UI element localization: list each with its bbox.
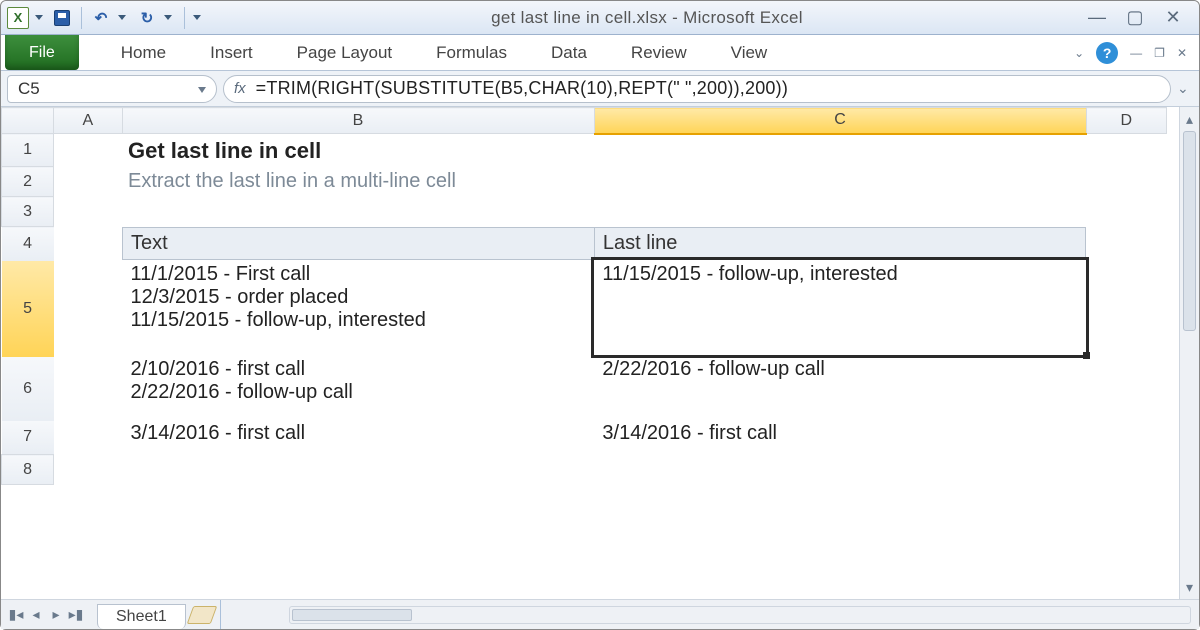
undo-icon: ↶ <box>95 9 108 27</box>
row-header-6[interactable]: 6 <box>2 357 54 421</box>
save-icon <box>54 10 70 26</box>
grid[interactable]: A B C D 1 Get last line in cell 2 Extrac… <box>1 107 1179 599</box>
hscroll-thumb[interactable] <box>292 609 412 621</box>
separator <box>81 7 82 29</box>
horizontal-scrollbar[interactable] <box>289 606 1191 624</box>
select-all-corner[interactable] <box>2 108 54 134</box>
redo-button[interactable]: ↻ <box>134 6 160 30</box>
minimize-button[interactable]: ― <box>1087 10 1107 26</box>
expand-formula-bar-icon[interactable]: ⌄ <box>1177 80 1193 97</box>
undo-dropdown-icon[interactable] <box>118 15 126 20</box>
tab-data[interactable]: Data <box>529 35 609 70</box>
cell-a3[interactable] <box>54 197 122 227</box>
sheet-nav: ▮◂ ◂ ▸ ▸▮ <box>1 606 91 624</box>
save-button[interactable] <box>49 6 75 30</box>
cell-b8[interactable] <box>122 455 594 485</box>
qat-customize-icon[interactable] <box>193 15 201 20</box>
app-menu-dropdown-icon[interactable] <box>35 15 43 20</box>
title-text: Get last line in cell <box>128 138 321 163</box>
tab-page-layout[interactable]: Page Layout <box>275 35 414 70</box>
row-header-5[interactable]: 5 <box>2 261 54 357</box>
row-header-2[interactable]: 2 <box>2 167 54 197</box>
ribbon-right: ⌄ ? ― ❐ ✕ <box>1074 35 1199 70</box>
redo-dropdown-icon[interactable] <box>164 15 172 20</box>
col-header-a[interactable]: A <box>54 108 122 134</box>
undo-button[interactable]: ↶ <box>88 6 114 30</box>
cell-b7[interactable]: 3/14/2016 - first call <box>123 419 595 448</box>
next-sheet-button[interactable]: ▸ <box>47 606 65 624</box>
cell-a2[interactable] <box>54 167 122 197</box>
cell-c3[interactable] <box>594 197 1086 227</box>
quick-access-toolbar: ↶ ↻ <box>49 6 207 30</box>
excel-icon[interactable]: X <box>7 7 29 29</box>
worksheet-area: A B C D 1 Get last line in cell 2 Extrac… <box>1 107 1199 599</box>
cell-a4[interactable] <box>54 227 122 485</box>
row-header-4[interactable]: 4 <box>2 227 54 261</box>
cell-c7[interactable]: 3/14/2016 - first call <box>594 419 1085 448</box>
workbook-close-icon[interactable]: ✕ <box>1177 46 1187 60</box>
ribbon-minimize-icon[interactable]: ⌄ <box>1074 46 1084 60</box>
fx-icon[interactable]: fx <box>234 80 246 97</box>
row-header-8[interactable]: 8 <box>2 455 54 485</box>
scroll-down-icon[interactable]: ▾ <box>1180 577 1199 597</box>
workbook-restore-icon[interactable]: ❐ <box>1154 46 1165 60</box>
cell-b2[interactable]: Extract the last line in a multi-line ce… <box>122 167 1167 197</box>
tab-insert[interactable]: Insert <box>188 35 275 70</box>
cell-c8[interactable] <box>594 455 1086 485</box>
cell-c5[interactable]: 11/15/2015 - follow-up, interested <box>594 259 1085 355</box>
column-headers: A B C D <box>2 108 1167 134</box>
cell-a1[interactable] <box>54 134 122 167</box>
window-title: get last line in cell.xlsx - Microsoft E… <box>207 8 1087 28</box>
formula-bar: C5 fx =TRIM(RIGHT(SUBSTITUTE(B5,CHAR(10)… <box>1 71 1199 107</box>
row-header-1[interactable]: 1 <box>2 134 54 167</box>
vertical-scrollbar[interactable]: ▴ ▾ <box>1179 107 1199 599</box>
title-bar: X ↶ ↻ get last line in cell.xlsx - Micro… <box>1 1 1199 35</box>
cell-b5[interactable]: 11/1/2015 - First call 12/3/2015 - order… <box>123 259 595 355</box>
cell-b6[interactable]: 2/10/2016 - first call 2/22/2016 - follo… <box>123 355 595 419</box>
data-table: Text Last line 11/1/2015 - First call 12… <box>122 227 1086 449</box>
separator <box>184 7 185 29</box>
sheet-tab-bar: ▮◂ ◂ ▸ ▸▮ Sheet1 <box>1 599 1199 629</box>
tab-review[interactable]: Review <box>609 35 709 70</box>
formula-input[interactable]: =TRIM(RIGHT(SUBSTITUTE(B5,CHAR(10),REPT(… <box>256 78 1160 99</box>
ribbon-tabs: File Home Insert Page Layout Formulas Da… <box>1 35 1199 71</box>
tab-split-handle[interactable] <box>220 600 221 629</box>
workbook-minimize-icon[interactable]: ― <box>1130 46 1142 60</box>
help-button[interactable]: ? <box>1096 42 1118 64</box>
window-controls: ― ▢ ✕ <box>1087 10 1193 26</box>
sheet-tab-sheet1[interactable]: Sheet1 <box>97 604 186 629</box>
tab-formulas[interactable]: Formulas <box>414 35 529 70</box>
col-header-c[interactable]: C <box>594 108 1086 134</box>
tab-file[interactable]: File <box>5 35 79 70</box>
first-sheet-button[interactable]: ▮◂ <box>7 606 25 624</box>
cell-c6[interactable]: 2/22/2016 - follow-up call <box>594 355 1085 419</box>
row-header-3[interactable]: 3 <box>2 197 54 227</box>
cell-d4[interactable] <box>1086 227 1166 485</box>
header-lastline[interactable]: Last line <box>594 227 1085 259</box>
col-header-b[interactable]: B <box>122 108 594 134</box>
cell-d3[interactable] <box>1086 197 1166 227</box>
name-box-value: C5 <box>18 79 40 99</box>
prev-sheet-button[interactable]: ◂ <box>27 606 45 624</box>
cell-b3[interactable] <box>122 197 594 227</box>
header-text[interactable]: Text <box>123 227 595 259</box>
maximize-button[interactable]: ▢ <box>1125 10 1145 26</box>
close-button[interactable]: ✕ <box>1163 10 1183 26</box>
redo-icon: ↻ <box>141 9 154 27</box>
scroll-up-icon[interactable]: ▴ <box>1180 109 1199 129</box>
col-header-d[interactable]: D <box>1086 108 1166 134</box>
subtitle-text: Extract the last line in a multi-line ce… <box>128 170 456 192</box>
tab-view[interactable]: View <box>709 35 790 70</box>
row-header-7[interactable]: 7 <box>2 421 54 455</box>
formula-input-wrap: fx =TRIM(RIGHT(SUBSTITUTE(B5,CHAR(10),RE… <box>223 75 1171 103</box>
new-sheet-button[interactable] <box>190 606 214 624</box>
name-box[interactable]: C5 <box>7 75 217 103</box>
scroll-thumb[interactable] <box>1183 131 1196 331</box>
tab-home[interactable]: Home <box>99 35 188 70</box>
cell-b1[interactable]: Get last line in cell <box>122 134 1167 167</box>
spreadsheet: A B C D 1 Get last line in cell 2 Extrac… <box>1 107 1167 485</box>
last-sheet-button[interactable]: ▸▮ <box>67 606 85 624</box>
